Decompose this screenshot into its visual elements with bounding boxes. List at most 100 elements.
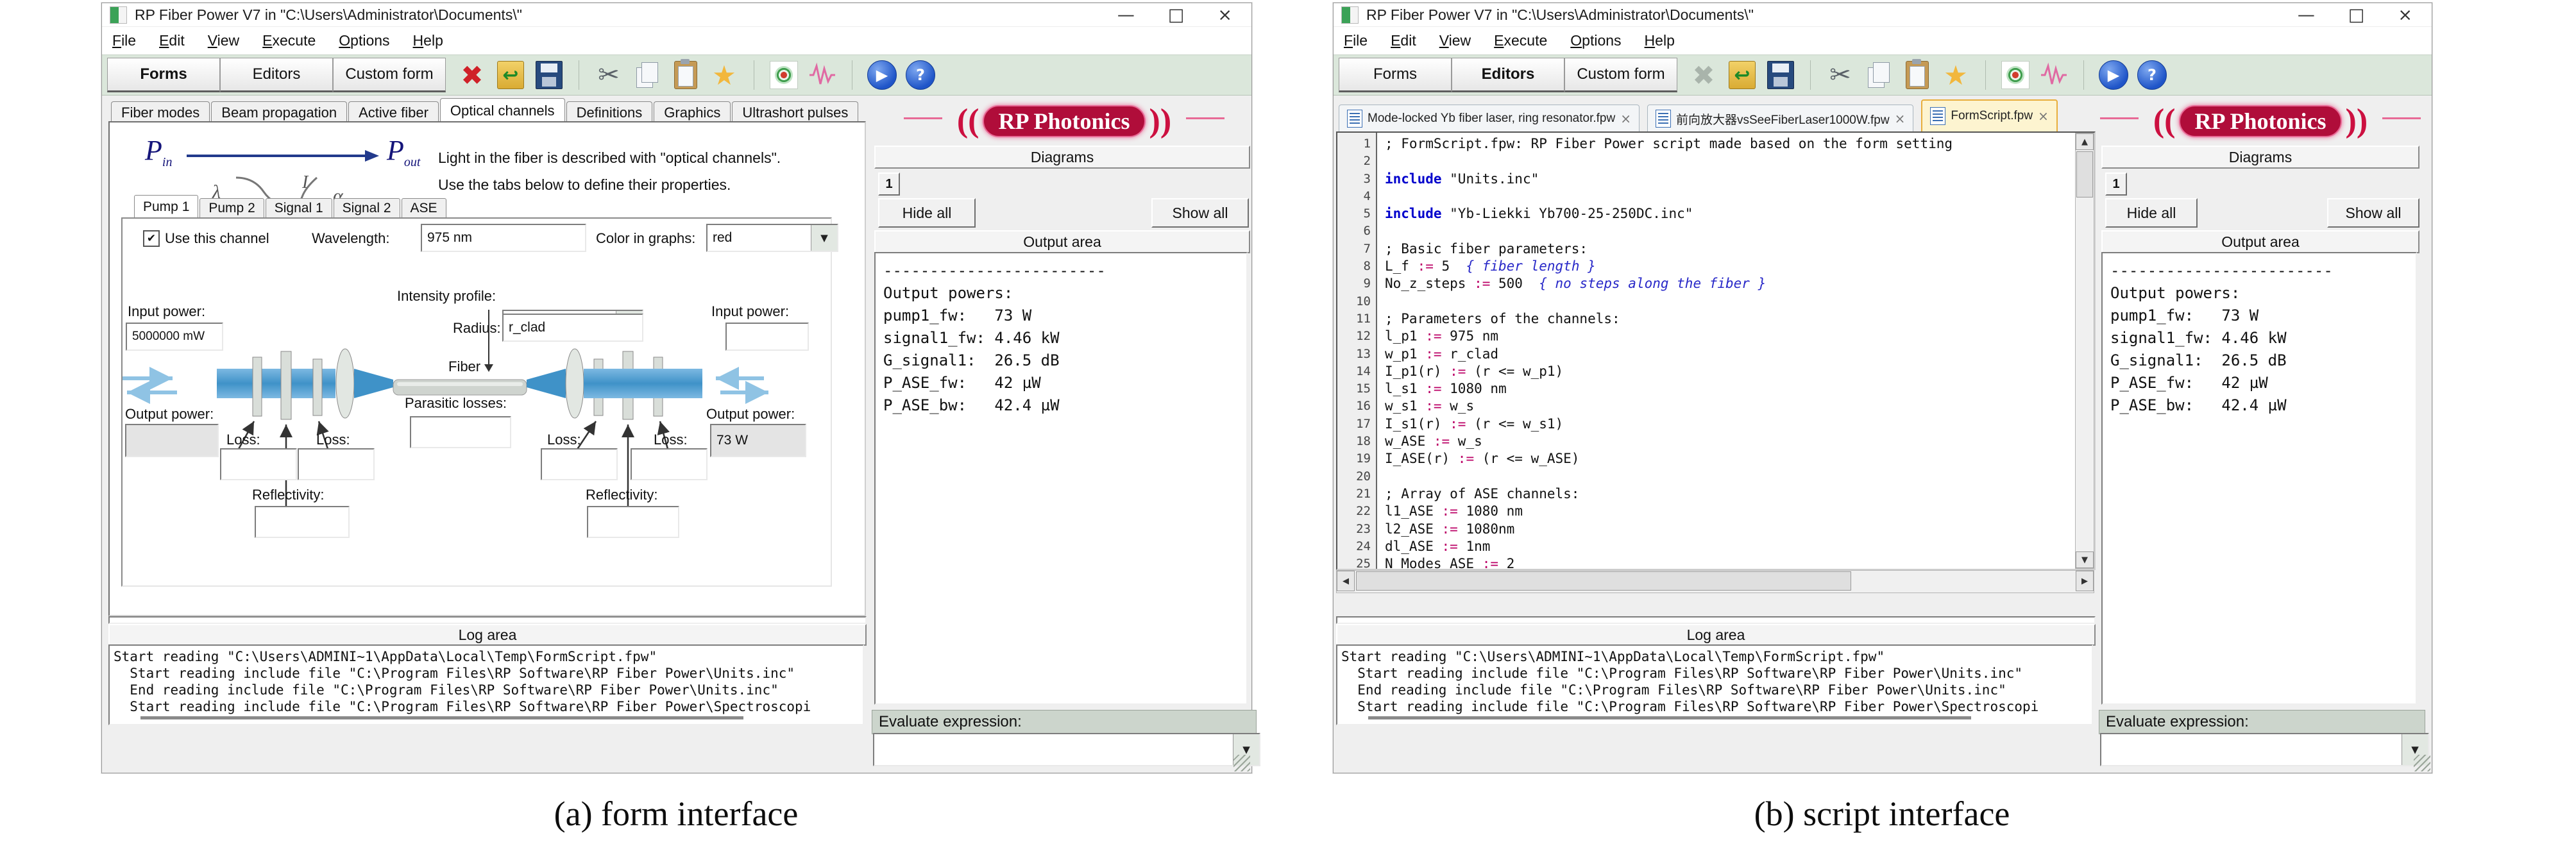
code-line[interactable]: include "Units.inc"	[1385, 171, 2075, 188]
copy-icon[interactable]	[1868, 62, 1890, 88]
log-area[interactable]: Start reading "C:\Users\ADMINI~1\AppData…	[1336, 644, 2093, 725]
favorites-icon[interactable]: ★	[709, 60, 739, 90]
parasitic-losses-input[interactable]	[410, 416, 511, 448]
evaluate-expression-combo[interactable]: ▼	[873, 733, 1260, 766]
diagram-1-button[interactable]: 1	[878, 172, 900, 196]
cut-icon[interactable]: ✂	[594, 60, 623, 90]
diagram-1-button[interactable]: 1	[2105, 172, 2127, 196]
paste-icon[interactable]	[1906, 61, 1929, 89]
cut-icon[interactable]: ✂	[1826, 60, 1855, 90]
code-line[interactable]: w_ASE := w_s	[1385, 433, 2075, 450]
run-icon[interactable]: ▶	[2099, 60, 2128, 90]
menu-execute[interactable]: Execute	[1494, 32, 1547, 49]
menu-help[interactable]: Help	[413, 32, 443, 49]
menu-edit[interactable]: Edit	[159, 32, 185, 49]
code-line[interactable]	[1385, 153, 2075, 170]
menu-view[interactable]: View	[1439, 32, 1471, 49]
tab-pump2[interactable]: Pump 2	[199, 198, 264, 218]
code-line[interactable]: No_z_steps := 500 { no steps along the f…	[1385, 275, 2075, 292]
copy-icon[interactable]	[636, 62, 658, 88]
tab-signal1[interactable]: Signal 1	[266, 198, 332, 218]
output-area[interactable]: ------------------------Output powers:pu…	[2101, 252, 2417, 705]
resize-grip[interactable]	[1233, 755, 1250, 771]
menu-execute[interactable]: Execute	[262, 32, 316, 49]
vertical-scrollbar[interactable]: ▲ ▼	[2075, 133, 2094, 569]
tab-graphics[interactable]: Graphics	[654, 101, 731, 123]
waveform-icon[interactable]	[808, 60, 837, 90]
close-button[interactable]: ×	[2398, 5, 2412, 25]
delete-icon[interactable]: ✖	[457, 60, 487, 90]
tab-ase[interactable]: ASE	[402, 198, 446, 218]
code-line[interactable]: ; Array of ASE channels:	[1385, 485, 2075, 503]
code-line[interactable]	[1385, 293, 2075, 310]
help-icon[interactable]: ?	[2137, 60, 2167, 90]
open-file-icon[interactable]: ↩	[1729, 61, 1756, 89]
tab-pump1[interactable]: Pump 1	[134, 195, 198, 218]
open-file-icon[interactable]: ↩	[497, 61, 524, 89]
editor-tab-3-active[interactable]: FormScript.fpw ×	[1921, 99, 2058, 133]
menu-file[interactable]: File	[1344, 32, 1368, 49]
code-line[interactable]: ; Parameters of the channels:	[1385, 310, 2075, 328]
input-power-right-input[interactable]	[725, 323, 809, 351]
log-hscrollbar[interactable]	[1368, 716, 1971, 719]
tab-active-fiber[interactable]: Active fiber	[348, 101, 439, 123]
radius-input[interactable]: r_clad	[502, 314, 643, 342]
menu-options[interactable]: Options	[339, 32, 389, 49]
hscroll-thumb[interactable]	[1356, 571, 1851, 591]
maximize-button[interactable]: □	[2348, 5, 2365, 25]
vscroll-thumb[interactable]	[2076, 151, 2093, 198]
chevron-down-icon[interactable]: ▼	[811, 225, 837, 251]
close-tab-icon[interactable]: ×	[1895, 111, 1906, 126]
code-line[interactable]: l_s1 := 1080 nm	[1385, 380, 2075, 398]
menu-edit[interactable]: Edit	[1391, 32, 1416, 49]
close-tab-icon[interactable]: ×	[1620, 111, 1631, 126]
custom-form-button[interactable]: Custom form	[1564, 58, 1677, 92]
hide-all-button[interactable]: Hide all	[878, 198, 976, 228]
paste-icon[interactable]	[674, 61, 697, 89]
minimize-button[interactable]: —	[2298, 5, 2315, 25]
horizontal-scrollbar[interactable]: ◀ ▶	[1336, 570, 2094, 593]
code-area[interactable]: ; FormScript.fpw: RP Fiber Power script …	[1385, 135, 2075, 569]
scroll-left-icon[interactable]: ◀	[1337, 571, 1355, 591]
loss-input-2[interactable]	[298, 448, 375, 480]
loss-input-4[interactable]	[631, 448, 708, 480]
evaluate-expression-combo[interactable]: ▼	[2100, 733, 2429, 766]
close-button[interactable]: ×	[1217, 5, 1232, 25]
code-line[interactable]: N_Modes_ASE := 2	[1385, 555, 2075, 569]
loss-input-1[interactable]	[220, 448, 297, 480]
wavelength-input[interactable]: 975 nm	[421, 224, 586, 252]
script-editor[interactable]: 1234567891011121314151617181920212223242…	[1336, 131, 2096, 570]
waveform-icon[interactable]	[2039, 60, 2069, 90]
color-dropdown[interactable]: red▼	[706, 224, 838, 252]
show-all-button[interactable]: Show all	[2327, 198, 2419, 228]
editor-tab-2[interactable]: 前向放大器vsSeeFiberLaser1000W.fpw ×	[1647, 105, 1913, 133]
code-line[interactable]: I_p1(r) := (r <= w_p1)	[1385, 363, 2075, 380]
scroll-right-icon[interactable]: ▶	[2076, 571, 2094, 591]
menu-view[interactable]: View	[208, 32, 239, 49]
code-line[interactable]: I_s1(r) := (r <= w_s1)	[1385, 416, 2075, 433]
menu-help[interactable]: Help	[1645, 32, 1675, 49]
run-icon[interactable]: ▶	[867, 60, 897, 90]
maximize-button[interactable]: □	[1168, 5, 1185, 25]
tab-signal2[interactable]: Signal 2	[334, 198, 400, 218]
save-icon[interactable]	[1767, 61, 1794, 89]
close-tab-icon[interactable]: ×	[2038, 108, 2049, 124]
tab-optical-channels[interactable]: Optical channels	[440, 98, 565, 123]
target-icon[interactable]	[2001, 61, 2029, 89]
code-line[interactable]: l1_ASE := 1080 nm	[1385, 503, 2075, 520]
menu-file[interactable]: File	[112, 32, 136, 49]
tab-beam-propagation[interactable]: Beam propagation	[211, 101, 347, 123]
help-icon[interactable]: ?	[906, 60, 935, 90]
code-line[interactable]: ; FormScript.fpw: RP Fiber Power script …	[1385, 135, 2075, 153]
menu-options[interactable]: Options	[1570, 32, 1621, 49]
reflectivity-input-left[interactable]	[255, 506, 350, 538]
forms-button[interactable]: Forms	[107, 58, 220, 92]
code-line[interactable]: w_s1 := w_s	[1385, 398, 2075, 415]
code-line[interactable]: l_p1 := 975 nm	[1385, 328, 2075, 345]
code-line[interactable]	[1385, 468, 2075, 485]
output-area[interactable]: ------------------------Output powers:pu…	[874, 252, 1248, 705]
reflectivity-input-right[interactable]	[587, 506, 679, 538]
editor-tab-1[interactable]: Mode-locked Yb fiber laser, ring resonat…	[1339, 105, 1640, 133]
log-area[interactable]: Start reading "C:\Users\ADMINI~1\AppData…	[108, 644, 864, 725]
minimize-button[interactable]: —	[1117, 5, 1135, 25]
